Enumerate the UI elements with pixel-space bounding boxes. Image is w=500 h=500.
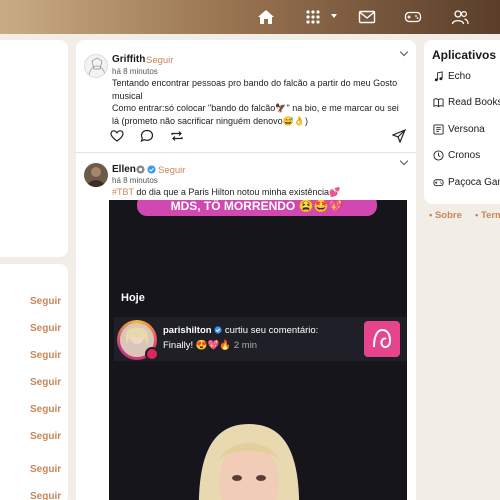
- follow-button[interactable]: Seguir: [30, 431, 61, 442]
- mail-icon[interactable]: [358, 9, 376, 25]
- chevron-down-icon[interactable]: [331, 14, 337, 18]
- image-section-label: Hoje: [121, 292, 145, 304]
- post-text: Tentando encontrar pessoas pro bando do …: [112, 77, 407, 127]
- post-time: há 8 minutos: [112, 176, 158, 185]
- follow-button[interactable]: Seguir: [30, 377, 61, 388]
- footer-link-about[interactable]: • Sobre: [429, 210, 462, 221]
- notification-username: parishilton: [163, 325, 212, 336]
- sidebar-item-cronos[interactable]: Cronos: [433, 150, 480, 161]
- footer-link-terms[interactable]: • Termos: [475, 210, 500, 221]
- avatar[interactable]: [84, 54, 108, 78]
- notification-time: 2 min: [233, 340, 258, 351]
- sidebar-item-label: Paçoca Games: [448, 177, 500, 188]
- chevron-down-icon[interactable]: [399, 47, 409, 57]
- sidebar-item-label: Echo: [448, 71, 471, 82]
- quote-box-icon: [433, 124, 444, 135]
- follow-button[interactable]: Seguir: [30, 350, 61, 361]
- notification-action: curtiu seu comentário:: [222, 325, 319, 336]
- gamepad-icon: [433, 179, 444, 187]
- top-navigation-bar: [0, 0, 500, 34]
- chevron-down-icon[interactable]: [399, 156, 409, 166]
- follow-button[interactable]: Seguir: [30, 296, 61, 307]
- avatar[interactable]: [84, 163, 108, 187]
- verified-icon: [147, 165, 156, 174]
- follow-button[interactable]: Seguir: [158, 165, 185, 176]
- sidebar-title: Aplicativos: [432, 48, 497, 62]
- settings-badge-icon: [136, 165, 145, 174]
- people-icon[interactable]: [451, 9, 469, 25]
- notification-text: parishilton curtiu seu comentário: Final…: [163, 323, 353, 353]
- image-banner-text: MDS, TÔ MORRENDO 😫🤩💖: [137, 200, 377, 216]
- follow-button[interactable]: Seguir: [30, 491, 61, 500]
- comment-icon[interactable]: [140, 129, 154, 143]
- follow-button[interactable]: Seguir: [30, 323, 61, 334]
- verified-icon: [214, 326, 222, 334]
- post-image[interactable]: MDS, TÔ MORRENDO 😫🤩💖 Hoje parishilton cu…: [109, 200, 407, 500]
- repost-icon[interactable]: [170, 129, 184, 143]
- sidebar-item-pacoca-games[interactable]: Paçoca Games: [433, 177, 500, 188]
- apps-grid-icon[interactable]: [304, 9, 322, 25]
- book-icon: [433, 98, 444, 108]
- follow-button[interactable]: Seguir: [30, 464, 61, 475]
- post-thumbnail: [364, 321, 400, 357]
- left-profile-card: [0, 40, 68, 257]
- home-icon[interactable]: [257, 9, 275, 25]
- music-note-icon: [434, 71, 443, 82]
- follow-button[interactable]: Seguir: [30, 404, 61, 415]
- post-paragraph: Tentando encontrar pessoas pro bando do …: [112, 78, 398, 101]
- photo-person: [198, 424, 300, 500]
- post-text: #TBT do dia que a Paris Hilton notou min…: [112, 186, 407, 199]
- hashtag-link[interactable]: #TBT: [112, 187, 134, 197]
- post-divider: [76, 152, 416, 153]
- clock-icon: [433, 150, 444, 161]
- sidebar-item-versona[interactable]: Versona: [433, 124, 485, 135]
- post-paragraph: Como entrar:só colocar "bando do falcão🦅…: [112, 103, 399, 126]
- image-notification: parishilton curtiu seu comentário: Final…: [114, 317, 407, 361]
- sidebar-item-echo[interactable]: Echo: [433, 71, 471, 82]
- sidebar-item-label: Read Books: [448, 97, 500, 108]
- suggestions-card: Seguir Seguir Seguir Seguir Seguir Segui…: [0, 264, 68, 500]
- like-icon[interactable]: [110, 129, 124, 143]
- post-text-rest: do dia que a Paris Hilton notou minha ex…: [133, 187, 341, 197]
- post-time: há 8 minutos: [112, 67, 158, 76]
- post-author[interactable]: Griffith: [112, 54, 145, 65]
- sidebar-item-label: Cronos: [448, 150, 481, 161]
- apps-sidebar: Aplicativos Echo Read Books Versona Cron…: [424, 40, 500, 204]
- sidebar-item-read-books[interactable]: Read Books: [433, 97, 500, 108]
- post-author[interactable]: Ellen: [112, 164, 136, 175]
- sidebar-item-label: Versona: [448, 124, 485, 135]
- heart-badge-icon: [145, 347, 159, 361]
- share-icon[interactable]: [392, 129, 406, 143]
- feed: Griffith Seguir há 8 minutos Tentando en…: [76, 40, 416, 500]
- notification-comment: Finally! 😍💖🔥: [163, 340, 232, 351]
- gamepad-icon[interactable]: [404, 9, 422, 25]
- follow-button[interactable]: Seguir: [146, 55, 173, 66]
